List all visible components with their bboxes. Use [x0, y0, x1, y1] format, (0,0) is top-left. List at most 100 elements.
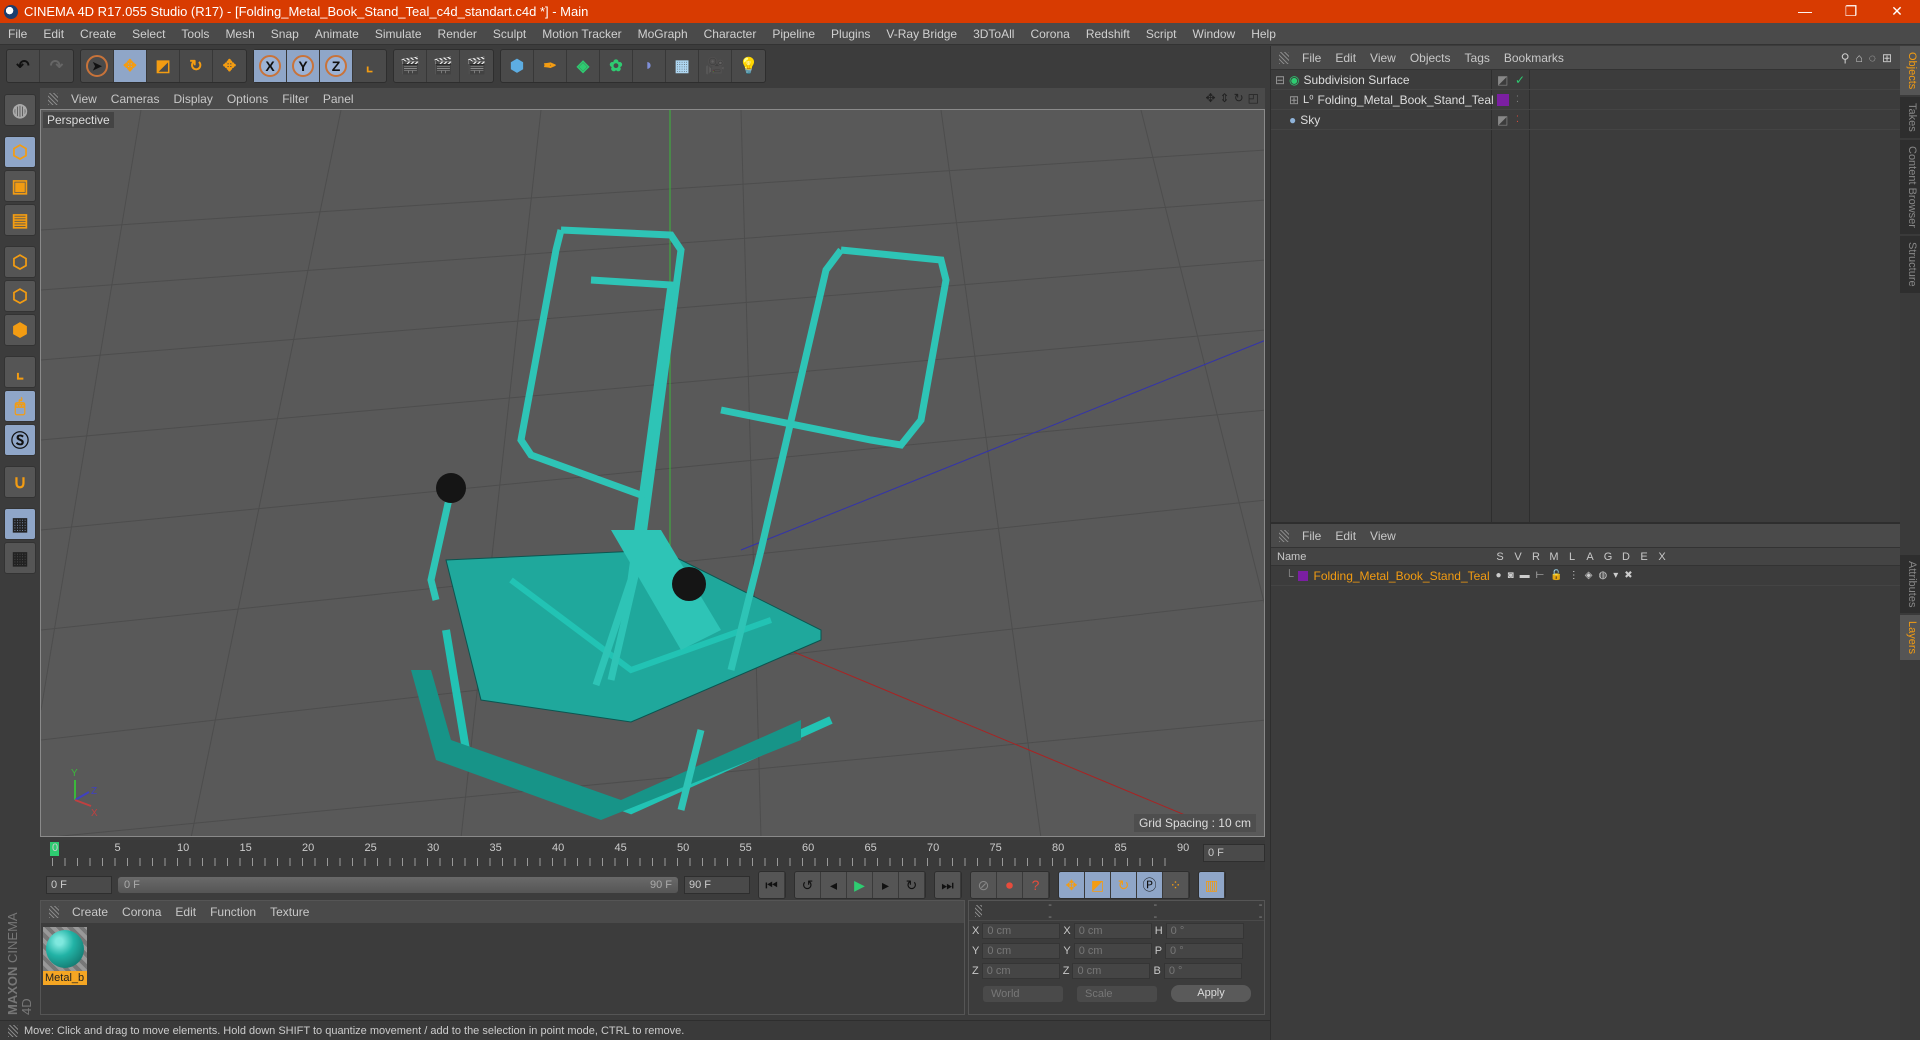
close-icon[interactable]: ✕ [1874, 0, 1920, 23]
mat-menu-texture[interactable]: Texture [263, 905, 316, 919]
eye-icon[interactable]: ◌ [1869, 51, 1876, 65]
position-y-field[interactable]: 0 cm [982, 943, 1061, 959]
object-row-sky[interactable]: ● Sky ◩ ⁚ [1271, 110, 1900, 130]
menu-3dtoall[interactable]: 3DToAll [965, 27, 1022, 41]
layer-color-swatch[interactable] [1297, 570, 1308, 581]
workplane-lock-icon[interactable]: ▦ [4, 508, 36, 540]
render-view-icon[interactable]: 🎬 [394, 50, 427, 82]
menu-render[interactable]: Render [430, 27, 485, 41]
motion-record-icon[interactable]: ⊘ [971, 872, 997, 898]
snap-icon[interactable]: Ⓢ [4, 424, 36, 456]
tab-structure[interactable]: Structure [1900, 235, 1920, 293]
coordinate-system-icon[interactable]: ⌞ [353, 50, 386, 82]
texture-mode-icon[interactable]: ▣ [4, 170, 36, 202]
make-editable-icon[interactable]: ◍ [4, 94, 36, 126]
current-frame-field[interactable]: 0 F [1203, 844, 1265, 862]
key-pla-icon[interactable]: ⁘ [1163, 872, 1189, 898]
column-name[interactable]: Name [1271, 551, 1491, 563]
viewport-menu-view[interactable]: View [64, 92, 104, 106]
workplane-mode-icon[interactable]: ▤ [4, 204, 36, 236]
solo-icon[interactable]: ● [1496, 570, 1502, 581]
material-item[interactable]: Metal_b [43, 927, 87, 985]
viewport-3d[interactable]: Y Z X Perspective Grid Spacing : 10 cm [40, 109, 1265, 837]
generator-icon[interactable]: ◈ [1585, 570, 1593, 581]
prev-frame-icon[interactable]: ◂ [821, 872, 847, 898]
tab-content-browser[interactable]: Content Browser [1900, 140, 1920, 234]
visibility-dots-icon[interactable]: ⁚ [1516, 114, 1519, 125]
om-menu-tags[interactable]: Tags [1458, 51, 1497, 65]
lm-menu-edit[interactable]: Edit [1328, 529, 1363, 543]
manager-icon[interactable]: ⊢ [1536, 570, 1545, 581]
object-row-subdivision[interactable]: ⊟ ◉ Subdivision Surface ◩ ✓ [1271, 70, 1900, 90]
coord-mode-dropdown[interactable]: World [983, 985, 1063, 1002]
go-to-end-icon[interactable]: ⏭ [935, 872, 961, 898]
enabled-check-icon[interactable]: ✓ [1515, 73, 1525, 87]
column-visible[interactable]: V [1509, 551, 1527, 563]
menu-mesh[interactable]: Mesh [217, 27, 262, 41]
panel-grip[interactable] [1279, 51, 1289, 64]
editor-visibility-icon[interactable]: ◩ [1497, 73, 1508, 87]
om-menu-objects[interactable]: Objects [1403, 51, 1458, 65]
render-picture-viewer-icon[interactable]: 🎬 [427, 50, 460, 82]
column-solo[interactable]: S [1491, 551, 1509, 563]
pen-spline-icon[interactable]: ✒ [534, 50, 567, 82]
layer-row[interactable]: └ Folding_Metal_Book_Stand_Teal ● ◙ ▬ ⊢ … [1271, 566, 1900, 586]
subdivision-surface-icon[interactable]: ◈ [567, 50, 600, 82]
animation-icon[interactable]: ⋮ [1569, 570, 1579, 581]
deformer-icon[interactable]: ◗ [633, 50, 666, 82]
menu-tools[interactable]: Tools [173, 27, 217, 41]
viewport-menu-filter[interactable]: Filter [275, 92, 316, 106]
tab-takes[interactable]: Takes [1900, 97, 1920, 139]
lm-menu-file[interactable]: File [1295, 529, 1328, 543]
column-generators[interactable]: G [1599, 551, 1617, 563]
xref-icon[interactable]: ✖ [1624, 570, 1632, 581]
go-to-start-icon[interactable]: ⏮ [759, 872, 785, 898]
dolly-icon[interactable]: ⇕ [1220, 91, 1230, 105]
size-y-field[interactable]: 0 cm [1073, 943, 1152, 959]
menu-simulate[interactable]: Simulate [367, 27, 430, 41]
home-icon[interactable]: ⌂ [1856, 51, 1863, 65]
key-rotation-icon[interactable]: ↻ [1111, 872, 1137, 898]
size-x-field[interactable]: 0 cm [1073, 923, 1152, 939]
menu-vray-bridge[interactable]: V-Ray Bridge [878, 27, 965, 41]
menu-window[interactable]: Window [1185, 27, 1244, 41]
book-stand-model[interactable] [411, 226, 950, 820]
column-deformers[interactable]: D [1617, 551, 1635, 563]
rotation-p-field[interactable]: 0 ° [1165, 943, 1244, 959]
viewport-menu-panel[interactable]: Panel [316, 92, 361, 106]
render-settings-icon[interactable]: 🎬 [460, 50, 493, 82]
menu-sculpt[interactable]: Sculpt [485, 27, 534, 41]
maximize-icon[interactable]: ❐ [1828, 0, 1874, 23]
size-z-field[interactable]: 0 cm [1072, 963, 1151, 979]
cube-icon[interactable]: ⬢ [501, 50, 534, 82]
menu-file[interactable]: File [0, 27, 35, 41]
camera-label[interactable]: Perspective [43, 112, 114, 128]
menu-mograph[interactable]: MoGraph [630, 27, 696, 41]
lm-menu-view[interactable]: View [1363, 529, 1403, 543]
menu-select[interactable]: Select [124, 27, 173, 41]
coord-transform-dropdown[interactable]: Scale [1077, 985, 1157, 1002]
rotation-h-field[interactable]: 0 ° [1165, 923, 1244, 939]
polygons-mode-icon[interactable]: ⬢ [4, 314, 36, 346]
edges-mode-icon[interactable]: ⬡ [4, 280, 36, 312]
light-icon[interactable]: 💡 [732, 50, 765, 82]
start-frame-field[interactable]: 0 F [46, 876, 112, 894]
deformer-icon[interactable]: ◍ [1598, 570, 1607, 581]
redo-icon[interactable]: ↷ [40, 50, 73, 82]
rotate-icon[interactable]: ↻ [180, 50, 213, 82]
column-render[interactable]: R [1527, 551, 1545, 563]
menu-corona[interactable]: Corona [1022, 27, 1077, 41]
mat-menu-create[interactable]: Create [65, 905, 115, 919]
menu-pipeline[interactable]: Pipeline [764, 27, 823, 41]
key-position-icon[interactable]: ✥ [1059, 872, 1085, 898]
visible-icon[interactable]: ◙ [1508, 570, 1514, 581]
rotation-b-field[interactable]: 0 ° [1163, 963, 1242, 979]
workplane-align-icon[interactable]: ▦ [4, 542, 36, 574]
position-x-field[interactable]: 0 cm [982, 923, 1061, 939]
timeline-icon[interactable]: ▥ [1199, 872, 1225, 898]
timeline-ruler[interactable]: 0 5 10 15 20 25 30 35 40 45 50 55 60 65 70 75 80 85 90 0 F [40, 840, 1265, 870]
menu-redshift[interactable]: Redshift [1078, 27, 1138, 41]
menu-snap[interactable]: Snap [263, 27, 307, 41]
column-animation[interactable]: A [1581, 551, 1599, 563]
expression-icon[interactable]: ▾ [1613, 570, 1618, 581]
